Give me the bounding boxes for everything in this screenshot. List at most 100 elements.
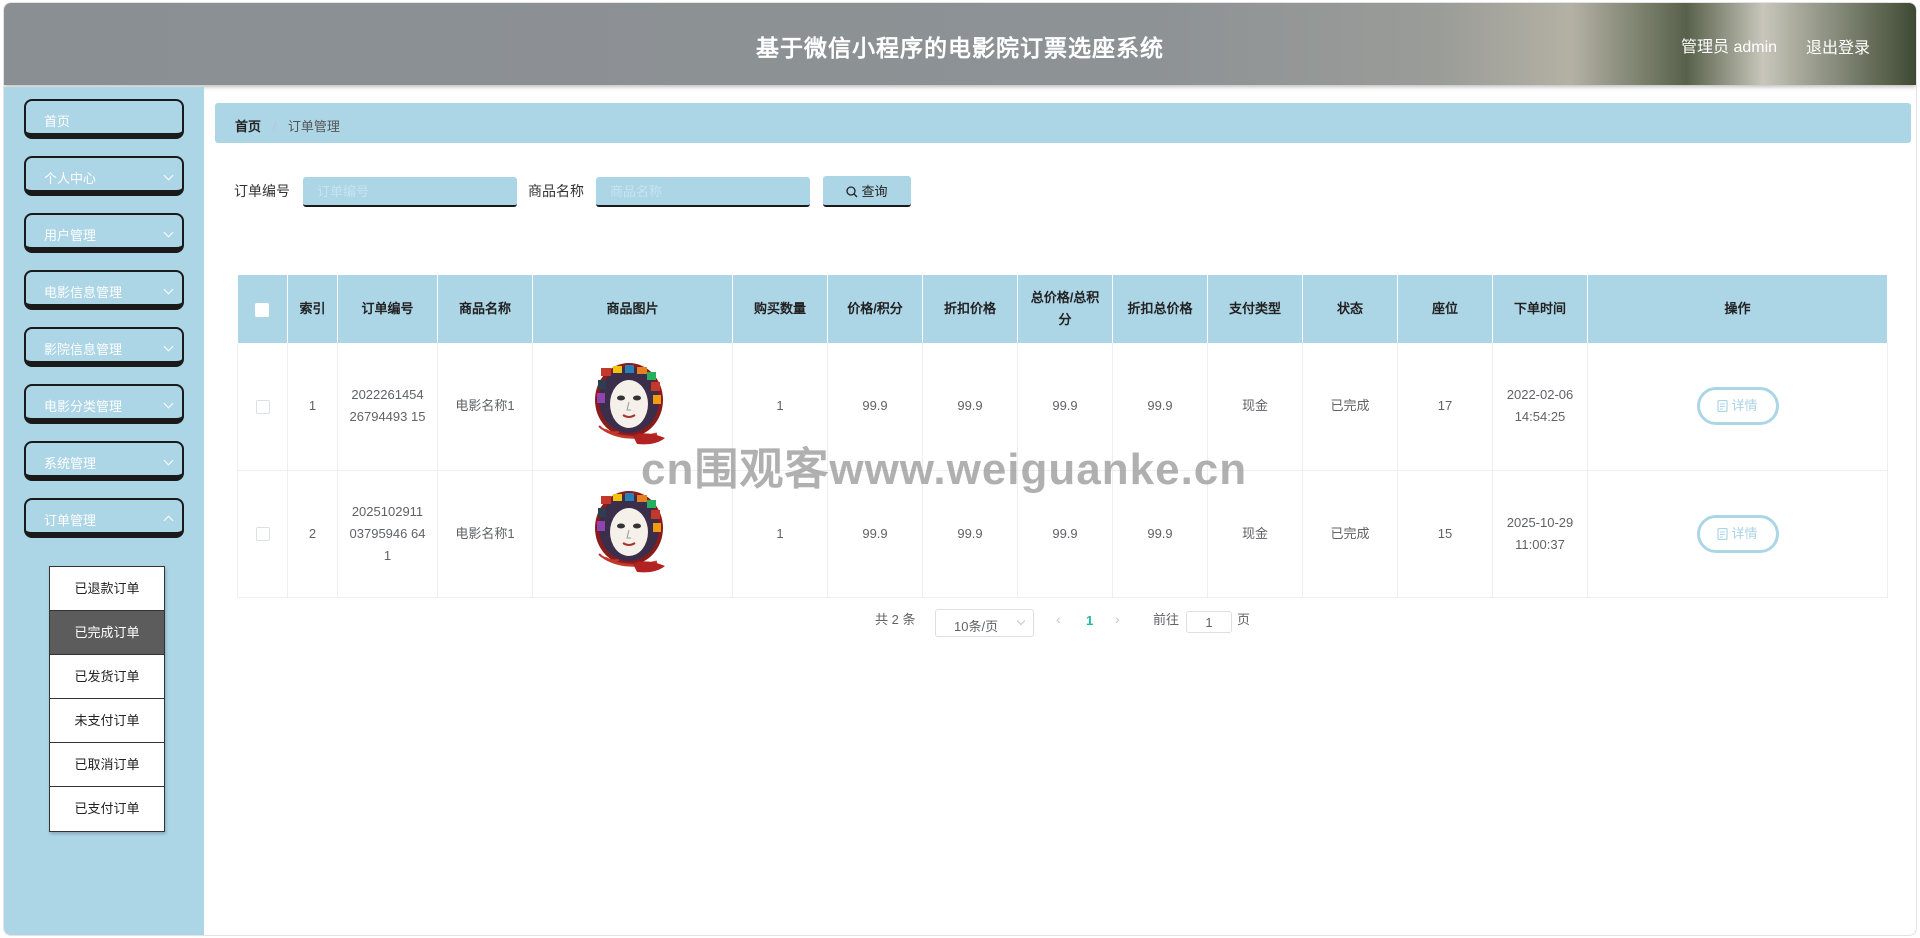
cell-quantity: 1 xyxy=(732,343,828,471)
sidebar-item-system[interactable]: 系统管理 xyxy=(24,441,184,481)
cell-price: 99.9 xyxy=(827,343,923,471)
submenu-item-cancelled[interactable]: 已取消订单 xyxy=(50,743,164,787)
column-header: 商品名称 xyxy=(437,275,533,343)
order-time-text: 2022-02-06 14:54:25 xyxy=(1506,387,1574,425)
column-header: 座位 xyxy=(1397,275,1493,343)
page-size-value: 10条/页 xyxy=(954,619,999,634)
row-checkbox[interactable] xyxy=(255,527,270,542)
cell-index: 2 xyxy=(287,470,338,598)
cell-total: 99.9 xyxy=(1017,343,1113,471)
cell-index: 1 xyxy=(287,343,338,471)
table-header-row: 索引 订单编号 商品名称 商品图片 购买数量 价格/积分 折扣价格 总价格/总积… xyxy=(237,275,1888,343)
page-number-current[interactable]: 1 xyxy=(1086,613,1093,628)
cell-time: 2022-02-06 14:54:25 xyxy=(1492,343,1588,471)
chevron-down-icon xyxy=(163,398,174,409)
order-no-label: 订单编号 xyxy=(234,183,290,199)
breadcrumb-home[interactable]: 首页 xyxy=(235,119,261,134)
cell-seat: 15 xyxy=(1397,470,1493,598)
cell-product-name: 电影名称1 xyxy=(437,470,533,598)
query-button[interactable]: 查询 xyxy=(823,176,911,207)
detail-button[interactable]: 详情 xyxy=(1696,387,1779,426)
sidebar-item-cinema-info[interactable]: 影院信息管理 xyxy=(24,327,184,367)
breadcrumb: 首页 / 订单管理 xyxy=(215,103,1911,143)
submenu-item-shipped[interactable]: 已发货订单 xyxy=(50,655,164,699)
admin-user-label: 管理员 admin xyxy=(1681,39,1778,56)
product-name-label: 商品名称 xyxy=(528,183,584,199)
goto-page-input[interactable] xyxy=(1186,611,1232,633)
column-header: 购买数量 xyxy=(732,275,828,343)
order-no-text: 202510291103795946 641 xyxy=(349,503,426,563)
row-select-cell xyxy=(237,343,288,471)
cell-quantity: 1 xyxy=(732,470,828,598)
prev-page-icon[interactable]: ‹ xyxy=(1056,611,1061,627)
chevron-down-icon xyxy=(163,455,174,466)
column-header: 索引 xyxy=(287,275,338,343)
cell-discount-price: 99.9 xyxy=(922,470,1018,598)
cell-pay-type: 现金 xyxy=(1207,343,1303,471)
sidebar-item-label: 系统管理 xyxy=(44,456,97,471)
order-no-text: 202226145426794493 15 xyxy=(349,387,426,425)
sidebar-item-user-management[interactable]: 用户管理 xyxy=(24,213,184,253)
goto-label: 前往 xyxy=(1153,612,1180,627)
sidebar-item-movie-info[interactable]: 电影信息管理 xyxy=(24,270,184,310)
movie-poster-image xyxy=(595,363,665,445)
cell-time: 2025-10-29 11:00:37 xyxy=(1492,470,1588,598)
sidebar-item-movie-category[interactable]: 电影分类管理 xyxy=(24,384,184,424)
document-icon xyxy=(1717,400,1729,413)
top-header: 基于微信小程序的电影院订票选座系统 管理员 admin 退出登录 xyxy=(4,3,1916,85)
app-window: 基于微信小程序的电影院订票选座系统 管理员 admin 退出登录 首页 个人中心… xyxy=(3,2,1917,936)
select-all-checkbox[interactable] xyxy=(255,302,270,317)
product-name-input[interactable] xyxy=(596,177,810,207)
order-no-input[interactable] xyxy=(303,177,517,207)
detail-button[interactable]: 详情 xyxy=(1696,514,1779,553)
cell-seat: 17 xyxy=(1397,343,1493,471)
chevron-down-icon xyxy=(163,284,174,295)
column-header: 商品图片 xyxy=(532,275,733,343)
table-row: 1 202226145426794493 15 电影名称1 1 99.9 99.… xyxy=(237,343,1888,471)
row-select-cell xyxy=(237,470,288,598)
submenu-item-paid[interactable]: 已支付订单 xyxy=(50,787,164,831)
sidebar-item-home[interactable]: 首页 xyxy=(24,99,184,139)
column-header: 折扣价格 xyxy=(922,275,1018,343)
cell-actions: 详情 xyxy=(1587,343,1888,471)
submenu-item-refunded[interactable]: 已退款订单 xyxy=(50,567,164,611)
cell-total: 99.9 xyxy=(1017,470,1113,598)
movie-poster-image xyxy=(595,490,665,572)
next-page-icon[interactable]: › xyxy=(1115,611,1120,627)
sidebar-item-label: 订单管理 xyxy=(44,513,97,528)
sidebar-item-label: 电影分类管理 xyxy=(44,399,123,414)
sidebar-item-personal-center[interactable]: 个人中心 xyxy=(24,156,184,196)
document-icon xyxy=(1717,527,1729,540)
cell-product-image xyxy=(532,343,733,471)
cell-order-no: 202510291103795946 641 xyxy=(337,470,438,598)
column-header: 操作 xyxy=(1587,275,1888,343)
chevron-down-icon xyxy=(163,341,174,352)
cell-order-no: 202226145426794493 15 xyxy=(337,343,438,471)
cell-discount-total: 99.9 xyxy=(1112,343,1208,471)
cell-actions: 详情 xyxy=(1587,470,1888,598)
detail-button-label: 详情 xyxy=(1731,398,1758,414)
chevron-up-icon xyxy=(163,515,174,526)
submenu-item-unpaid[interactable]: 未支付订单 xyxy=(50,699,164,743)
sidebar-item-orders[interactable]: 订单管理 xyxy=(24,498,184,538)
select-all-cell xyxy=(237,275,288,343)
cell-price: 99.9 xyxy=(827,470,923,598)
logout-link[interactable]: 退出登录 xyxy=(1806,34,1870,58)
cell-product-name: 电影名称1 xyxy=(437,343,533,471)
column-header: 总价格/总积分 xyxy=(1017,275,1113,343)
column-header: 折扣总价格 xyxy=(1112,275,1208,343)
submenu-item-completed[interactable]: 已完成订单 xyxy=(50,611,164,655)
page-size-select[interactable]: 10条/页 xyxy=(935,609,1034,637)
order-time-text: 2025-10-29 11:00:37 xyxy=(1506,514,1574,552)
query-button-label: 查询 xyxy=(861,184,888,199)
chevron-down-icon xyxy=(163,227,174,238)
chevron-down-icon xyxy=(163,170,174,181)
cell-product-image xyxy=(532,470,733,598)
sidebar-item-label: 首页 xyxy=(44,114,71,129)
column-header: 下单时间 xyxy=(1492,275,1588,343)
pagination-total: 共 2 条 xyxy=(875,612,916,627)
orders-submenu: 已退款订单 已完成订单 已发货订单 未支付订单 已取消订单 已支付订单 xyxy=(49,566,165,832)
cell-status: 已完成 xyxy=(1302,470,1398,598)
row-checkbox[interactable] xyxy=(255,399,270,414)
column-header: 状态 xyxy=(1302,275,1398,343)
